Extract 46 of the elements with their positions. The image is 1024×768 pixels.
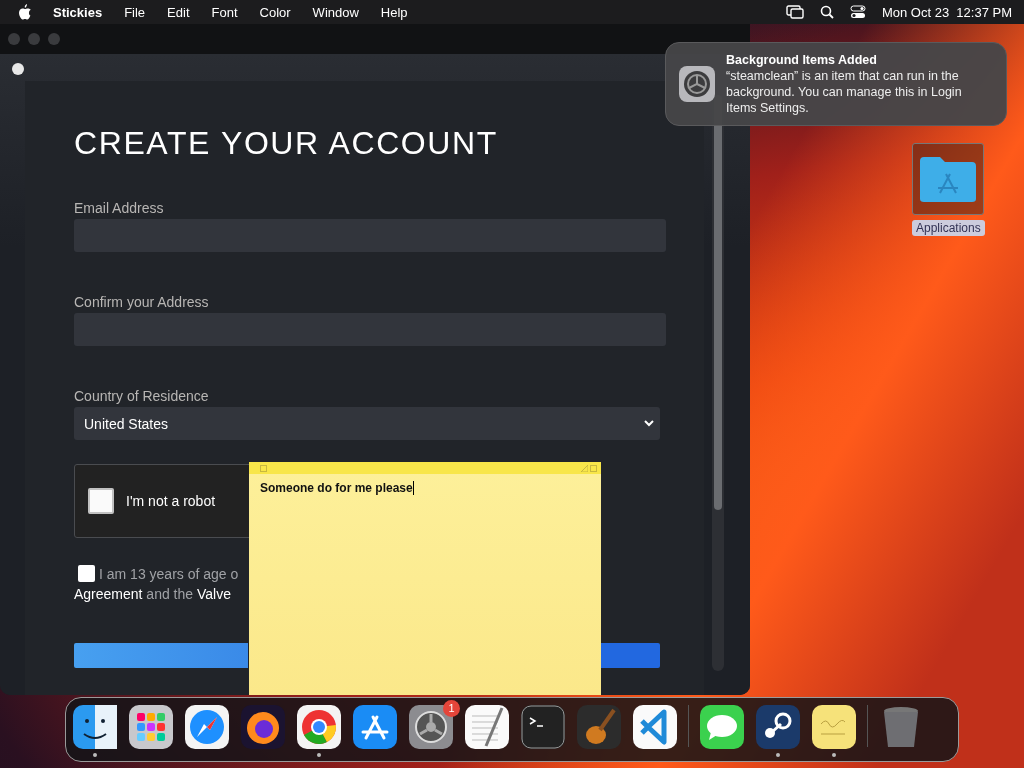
a-letter-icon[interactable] bbox=[352, 703, 398, 750]
fox-globe-icon[interactable] bbox=[240, 703, 286, 750]
code-editor-icon[interactable] bbox=[632, 703, 678, 750]
screen-mirroring-icon[interactable] bbox=[785, 5, 804, 19]
apple-logo-icon[interactable] bbox=[18, 4, 32, 20]
field-label: Country of Residence bbox=[74, 388, 210, 404]
country-select[interactable]: United States bbox=[74, 407, 660, 440]
app-menu[interactable]: Stickies bbox=[42, 4, 114, 20]
note-text[interactable]: Someone do for me please bbox=[249, 474, 601, 502]
age-agreement-text: I am 13 years of age o bbox=[99, 566, 239, 582]
menu-item[interactable]: Edit bbox=[156, 4, 201, 20]
gear-icon[interactable] bbox=[408, 703, 454, 750]
captcha-label: I'm not a robot bbox=[126, 493, 216, 509]
field-label: Email Address bbox=[74, 200, 165, 216]
menu-item[interactable]: File bbox=[113, 4, 157, 20]
menu-item[interactable]: Color bbox=[248, 4, 302, 20]
notification-body: “steamclean” is an item that can run in the background. You can manage this in Login Items Settings. bbox=[726, 68, 963, 116]
menu-item[interactable]: Font bbox=[200, 4, 249, 20]
grid-icon[interactable] bbox=[128, 703, 174, 750]
menu-item[interactable]: Window bbox=[301, 4, 370, 20]
chevron-down-icon bbox=[644, 420, 654, 427]
page-heading: CREATE YOUR ACCOUNT bbox=[74, 125, 499, 162]
agreement-text: Agreement and the Valve bbox=[74, 586, 232, 602]
notification-toast[interactable]: Background Items Added “steamclean” is an item that can run in the background. You can manage this in Login Items Settings. bbox=[665, 42, 1007, 126]
compass-icon[interactable] bbox=[184, 703, 230, 750]
captcha-checkbox[interactable] bbox=[88, 488, 114, 514]
toggles-icon[interactable] bbox=[849, 5, 866, 19]
notification-title: Background Items Added bbox=[726, 52, 878, 68]
status-dot bbox=[12, 63, 24, 75]
clock: Mon Oct 23 12:37 PM bbox=[881, 4, 1012, 20]
age-checkbox[interactable] bbox=[78, 565, 95, 582]
search-icon[interactable] bbox=[819, 5, 834, 19]
gear-icon bbox=[678, 65, 716, 103]
face-icon[interactable] bbox=[72, 703, 118, 750]
ring-logo-icon[interactable] bbox=[296, 703, 342, 750]
menu-item[interactable]: Help bbox=[369, 4, 419, 20]
chat-bubble-icon[interactable] bbox=[699, 703, 745, 750]
guitar-icon[interactable] bbox=[576, 703, 622, 750]
notification-badge: 1 bbox=[443, 699, 460, 717]
folder-icon[interactable] bbox=[912, 143, 985, 215]
piston-logo-icon[interactable] bbox=[755, 703, 801, 750]
terminal-icon[interactable] bbox=[520, 703, 566, 750]
field-label: Confirm your Address bbox=[74, 294, 210, 310]
notepad-pen-icon[interactable] bbox=[464, 703, 510, 750]
sticky-note-icon[interactable] bbox=[811, 703, 857, 750]
folder-label[interactable]: Applications bbox=[912, 220, 985, 236]
